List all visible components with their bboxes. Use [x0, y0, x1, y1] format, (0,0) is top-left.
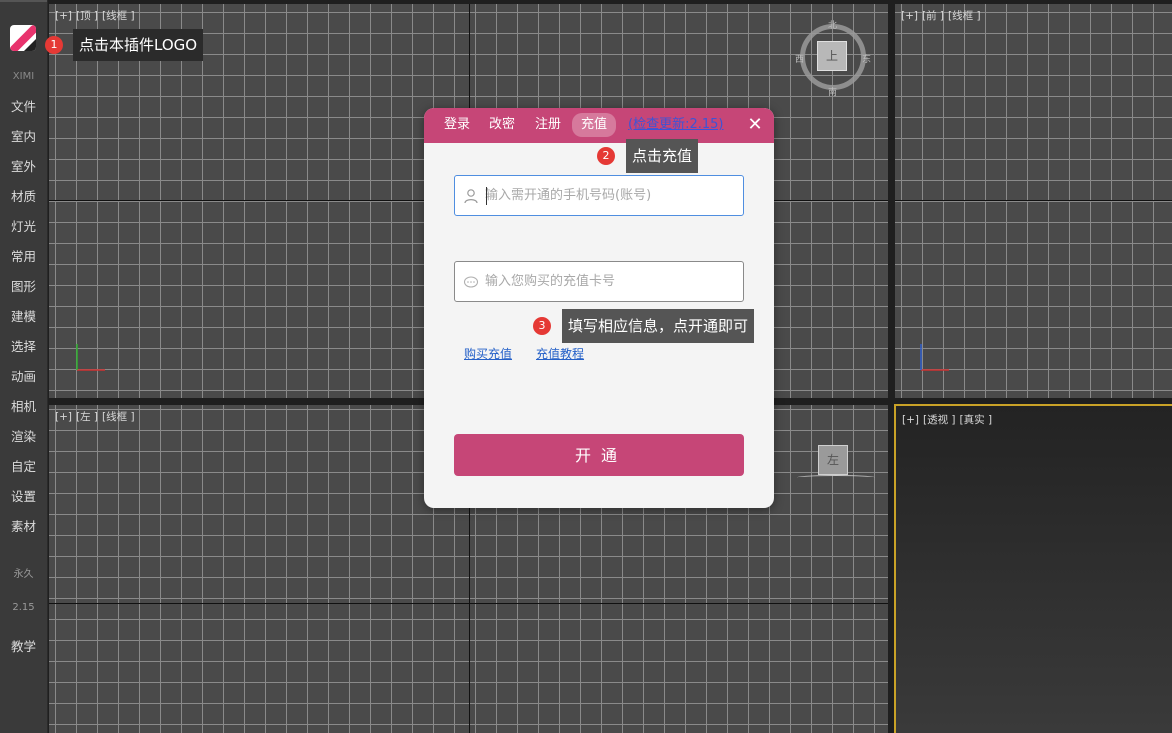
- card-field[interactable]: [454, 261, 744, 302]
- viewport-perspective[interactable]: [+] [透视 ] [真实 ]: [894, 404, 1172, 733]
- viewport-left-view[interactable]: [左 ]: [76, 411, 98, 423]
- axis-gizmo-icon: [920, 344, 949, 371]
- sidebar-brand: XIMI: [12, 71, 35, 82]
- viewport-top-plus[interactable]: [+]: [55, 10, 72, 22]
- license-status: 永久: [13, 569, 34, 580]
- sidebar-item-exterior[interactable]: 室外: [0, 157, 47, 177]
- step-tip-3: 填写相应信息，点开通即可: [562, 309, 755, 343]
- sidebar-top-line: [0, 0, 47, 2]
- tab-recharge[interactable]: 充值: [572, 113, 617, 137]
- sidebar-item-material[interactable]: 材质: [0, 187, 47, 207]
- viewport-perspective-label: [+] [透视 ] [真实 ]: [902, 412, 996, 427]
- sidebar-item-animation[interactable]: 动画: [0, 367, 47, 387]
- sidebar-item-render[interactable]: 渲染: [0, 427, 47, 447]
- compass-south[interactable]: 南: [828, 85, 837, 98]
- step-badge-3: 3: [533, 317, 551, 335]
- sidebar-item-modeling[interactable]: 建模: [0, 307, 47, 327]
- tab-login[interactable]: 登录: [435, 113, 479, 137]
- viewport-left-mode[interactable]: [线框 ]: [102, 411, 135, 423]
- viewport-front-plus[interactable]: [+]: [901, 10, 918, 22]
- sidebar-item-camera[interactable]: 相机: [0, 397, 47, 417]
- step-badge-1: 1: [45, 36, 63, 54]
- sidebar-item-teach[interactable]: 教学: [0, 637, 47, 657]
- check-update-link[interactable]: (检查更新:2.15): [628, 113, 723, 137]
- plugin-version: 2.15: [12, 602, 35, 613]
- viewport-perspective-plus[interactable]: [+]: [902, 414, 919, 426]
- sidebar-item-custom[interactable]: 自定: [0, 457, 47, 477]
- card-number-input[interactable]: [485, 262, 735, 301]
- plugin-logo-icon[interactable]: [10, 25, 36, 51]
- viewport-top-label: [+] [顶 ] [线框 ]: [55, 8, 139, 23]
- viewport-left-plus[interactable]: [+]: [55, 411, 72, 423]
- viewport-perspective-view[interactable]: [透视 ]: [923, 414, 956, 426]
- sidebar-item-settings[interactable]: 设置: [0, 487, 47, 507]
- sidebar-item-shapes[interactable]: 图形: [0, 277, 47, 297]
- viewport-perspective-mode[interactable]: [真实 ]: [960, 414, 993, 426]
- step-tip-1: 点击本插件LOGO: [73, 29, 204, 61]
- axis-gizmo-icon: [76, 344, 105, 371]
- close-icon[interactable]: ✕: [745, 114, 765, 136]
- phone-input[interactable]: [485, 176, 735, 215]
- viewport-left-label: [+] [左 ] [线框 ]: [55, 409, 139, 424]
- viewcube-ring[interactable]: [797, 475, 875, 480]
- viewport-front[interactable]: [+] [前 ] [线框 ]: [895, 4, 1172, 398]
- tab-register[interactable]: 注册: [526, 113, 570, 137]
- recharge-dialog: 登录 改密 注册 充值 (检查更新:2.15) ✕ 购买充值 充值教程 开通: [424, 108, 774, 508]
- grid-axis-horizontal: [895, 200, 1172, 201]
- viewport-front-label: [+] [前 ] [线框 ]: [901, 8, 985, 23]
- dialog-header: 登录 改密 注册 充值 (检查更新:2.15) ✕: [424, 108, 774, 143]
- compass-east[interactable]: 东: [862, 52, 871, 65]
- viewport-front-mode[interactable]: [线框 ]: [948, 10, 981, 22]
- buy-recharge-link[interactable]: 购买充值: [464, 345, 512, 362]
- logo-corner: [24, 39, 36, 51]
- compass-west[interactable]: 西: [795, 52, 804, 65]
- sidebar-item-common[interactable]: 常用: [0, 247, 47, 267]
- compass-north[interactable]: 北: [828, 18, 837, 31]
- text-caret: [486, 187, 487, 205]
- user-icon: [464, 189, 478, 204]
- recharge-tutorial-link[interactable]: 充值教程: [536, 345, 584, 362]
- activate-button[interactable]: 开通: [454, 434, 744, 476]
- chat-bubble-icon: [463, 276, 479, 288]
- tab-change-password[interactable]: 改密: [480, 113, 524, 137]
- plugin-sidebar: XIMI 文件 室内 室外 材质 灯光 常用 图形 建模 选择 动画 相机 渲染…: [0, 0, 48, 733]
- viewcube-left-face[interactable]: 左: [818, 445, 848, 475]
- sidebar-item-assets[interactable]: 素材: [0, 517, 47, 537]
- step-tip-2: 点击充值: [626, 139, 699, 173]
- sidebar-item-lighting[interactable]: 灯光: [0, 217, 47, 237]
- sidebar-item-file[interactable]: 文件: [0, 97, 47, 117]
- viewcube-top-face[interactable]: 上: [817, 41, 847, 71]
- viewport-top-mode[interactable]: [线框 ]: [102, 10, 135, 22]
- viewport-front-view[interactable]: [前 ]: [922, 10, 944, 22]
- step-badge-2: 2: [597, 147, 615, 165]
- sidebar-item-select[interactable]: 选择: [0, 337, 47, 357]
- phone-field[interactable]: [454, 175, 744, 216]
- sidebar-item-interior[interactable]: 室内: [0, 127, 47, 147]
- viewport-top-view[interactable]: [顶 ]: [76, 10, 98, 22]
